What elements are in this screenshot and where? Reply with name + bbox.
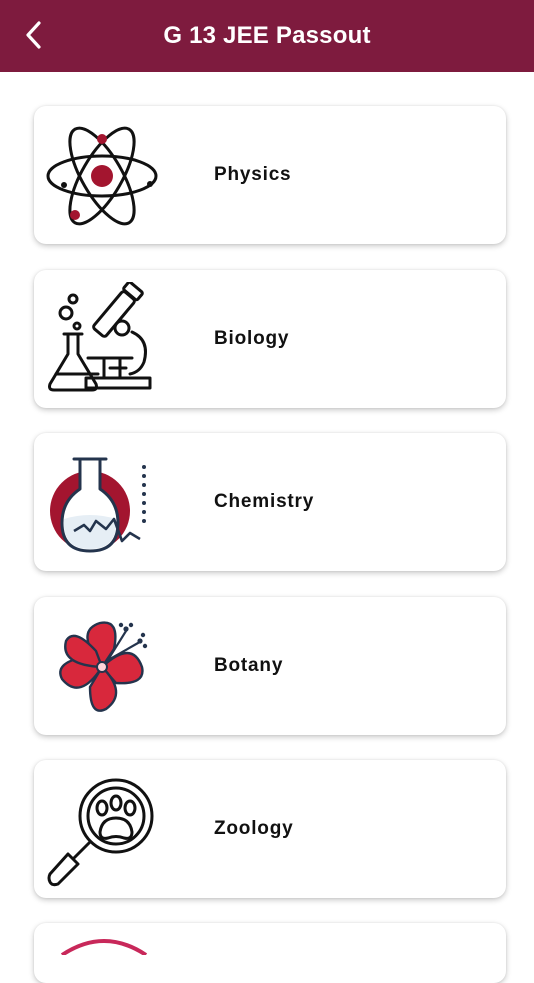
subject-card-partial[interactable]	[34, 923, 506, 983]
subject-card-physics[interactable]: Physics	[34, 106, 506, 244]
chevron-left-icon	[26, 21, 41, 49]
subject-icon-partial	[60, 939, 148, 955]
flask-icon	[50, 457, 146, 553]
page-title: G 13 JEE Passout	[163, 22, 371, 49]
subject-card-chemistry[interactable]: Chemistry	[34, 433, 506, 571]
back-button[interactable]	[18, 18, 48, 52]
atom-icon	[46, 126, 158, 226]
subject-card-zoology[interactable]: Zoology	[34, 760, 506, 898]
paw-magnifier-icon	[47, 778, 154, 887]
subject-label: Physics	[214, 164, 292, 185]
microscope-icon	[48, 282, 152, 392]
subject-label: Chemistry	[214, 491, 315, 512]
app-header: G 13 JEE Passout	[0, 0, 534, 72]
subject-card-biology[interactable]: Biology	[34, 270, 506, 408]
subject-card-botany[interactable]: Botany	[34, 597, 506, 735]
subject-label: Botany	[214, 655, 284, 676]
flower-icon	[59, 621, 148, 712]
subject-label: Biology	[214, 328, 290, 349]
subject-label: Zoology	[214, 818, 294, 839]
